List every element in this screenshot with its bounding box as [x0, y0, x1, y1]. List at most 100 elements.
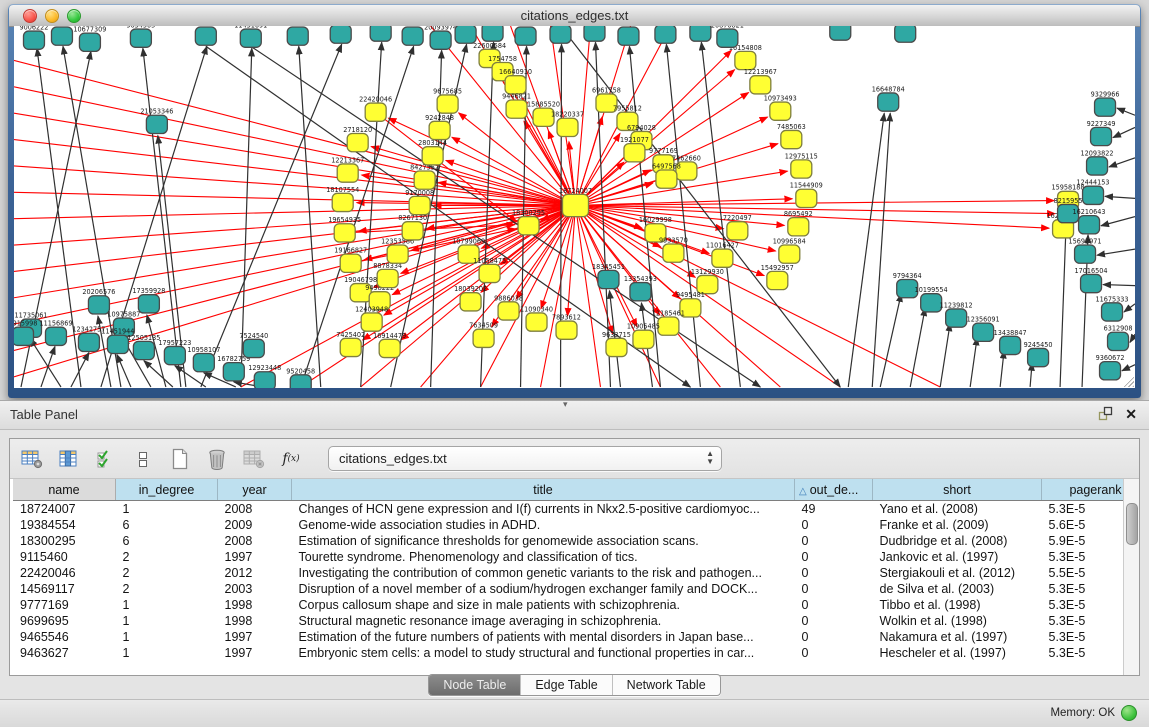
- network-node-yellow[interactable]: 7634509: [469, 322, 498, 348]
- citation-edge-black[interactable]: [117, 355, 131, 387]
- citation-edge-black[interactable]: [1117, 108, 1135, 115]
- network-node-teal[interactable]: 9697702: [451, 26, 480, 43]
- column-header-outde[interactable]: △out_de...: [795, 479, 873, 501]
- network-node-yellow[interactable]: 8427552: [410, 163, 439, 189]
- network-node-yellow[interactable]: 8878334: [373, 262, 402, 288]
- network-node-teal[interactable]: 27691406: [189, 26, 222, 45]
- network-node-yellow[interactable]: 6497568: [652, 162, 681, 188]
- import-table-icon[interactable]: [242, 447, 266, 471]
- table-row[interactable]: 1872400712008Changes of HCN gene express…: [13, 501, 1139, 518]
- network-node-teal[interactable]: 18345451: [592, 263, 625, 289]
- table-row[interactable]: 1830029562008Estimation of significance …: [13, 533, 1139, 549]
- network-node-teal[interactable]: 9989558: [326, 26, 355, 43]
- citation-edge-black[interactable]: [1124, 304, 1135, 312]
- network-canvas[interactable]: 2242004627181201221336718107554196549351…: [14, 26, 1135, 388]
- citation-edge-black[interactable]: [940, 323, 950, 387]
- network-node-teal[interactable]: 17359928: [132, 287, 165, 313]
- network-node-teal[interactable]: 9006222: [20, 26, 49, 49]
- network-node-teal[interactable]: 18948947: [612, 26, 645, 45]
- network-node-teal[interactable]: 10677309: [73, 26, 106, 51]
- citation-edge-black[interactable]: [1105, 196, 1135, 198]
- citation-edge-black[interactable]: [848, 113, 884, 387]
- network-node-yellow[interactable]: 18220337: [551, 111, 584, 137]
- checklist-icon[interactable]: [94, 447, 118, 471]
- network-node-yellow[interactable]: 7893612: [552, 314, 581, 340]
- citation-edge-black[interactable]: [1113, 127, 1135, 137]
- float-panel-icon[interactable]: [1098, 406, 1113, 421]
- network-node-teal[interactable]: 15692971: [1069, 237, 1102, 263]
- network-node-teal[interactable]: 9329966: [1091, 90, 1120, 116]
- network-node-teal[interactable]: 16648784: [872, 85, 905, 111]
- citation-edge-black[interactable]: [1000, 350, 1004, 387]
- scrollbar-thumb[interactable]: [1126, 503, 1138, 545]
- citation-edge-red[interactable]: [14, 192, 575, 205]
- citation-edge-black[interactable]: [880, 294, 901, 387]
- network-node-teal[interactable]: 8131074: [826, 26, 855, 40]
- network-node-yellow[interactable]: 18039202: [454, 285, 487, 311]
- network-node-yellow[interactable]: 9933570: [659, 236, 688, 262]
- column-header-indegree[interactable]: in_degree: [116, 479, 218, 501]
- column-header-short[interactable]: short: [873, 479, 1042, 501]
- network-node-teal[interactable]: 10966115: [281, 26, 314, 45]
- network-node-yellow[interactable]: 16914479: [373, 332, 406, 358]
- network-node-yellow[interactable]: 19166827: [334, 247, 367, 273]
- citation-edge-black[interactable]: [201, 44, 342, 387]
- close-panel-icon[interactable]: ✕: [1125, 407, 1137, 421]
- citation-edge-black[interactable]: [1122, 365, 1135, 371]
- citation-edge-black[interactable]: [1060, 225, 1066, 387]
- network-node-yellow[interactable]: 7485063: [777, 123, 806, 149]
- citation-edge-black[interactable]: [872, 113, 890, 387]
- network-node-yellow[interactable]: 12353586: [381, 237, 414, 263]
- citation-edge-black[interactable]: [1101, 217, 1135, 226]
- table-row[interactable]: 969969511998Structural magnetic resonanc…: [13, 613, 1139, 629]
- network-node-teal[interactable]: 6312908: [1104, 325, 1133, 351]
- column-header-name[interactable]: name: [13, 479, 116, 501]
- memory-indicator[interactable]: Memory: OK: [1050, 705, 1137, 721]
- network-node-yellow[interactable]: 8695492: [784, 210, 813, 236]
- network-node-teal[interactable]: 12923448: [248, 364, 281, 388]
- network-node-yellow[interactable]: 18724007: [559, 187, 592, 217]
- network-node-yellow[interactable]: 9242848: [425, 114, 454, 140]
- citation-edge-black[interactable]: [1130, 334, 1135, 342]
- network-node-teal[interactable]: 17554300: [889, 26, 922, 42]
- row-height-icon[interactable]: [131, 447, 155, 471]
- network-node-yellow[interactable]: 12213967: [744, 68, 777, 94]
- tab-edge-table[interactable]: Edge Table: [520, 675, 611, 695]
- network-node-teal[interactable]: 13438847: [994, 329, 1027, 355]
- network-node-teal[interactable]: 9634505: [126, 26, 155, 47]
- table-row[interactable]: 2242004622012Investigating the contribut…: [13, 565, 1139, 581]
- network-node-yellow[interactable]: 2718120: [343, 126, 372, 152]
- citation-edge-red[interactable]: [14, 140, 575, 206]
- citation-edge-black[interactable]: [910, 308, 925, 387]
- network-node-yellow[interactable]: 22420046: [359, 95, 392, 121]
- network-node-teal[interactable]: 11431691: [234, 26, 267, 47]
- network-node-yellow[interactable]: 18107554: [326, 186, 359, 212]
- network-node-teal[interactable]: 1527602: [478, 26, 507, 41]
- tab-network-table[interactable]: Network Table: [612, 675, 720, 695]
- vertical-scrollbar[interactable]: [1123, 479, 1139, 675]
- network-node-teal[interactable]: 9520458: [286, 367, 315, 388]
- network-node-teal[interactable]: 16782759: [217, 355, 250, 381]
- citation-edge-black[interactable]: [970, 337, 977, 387]
- column-header-year[interactable]: year: [218, 479, 292, 501]
- network-node-teal[interactable]: 9227349: [1087, 120, 1116, 146]
- network-node-yellow[interactable]: 9170008: [405, 189, 434, 215]
- network-node-yellow[interactable]: 10996584: [773, 237, 806, 263]
- network-node-teal[interactable]: 9245450: [1024, 341, 1053, 367]
- network-node-yellow[interactable]: 2803144: [418, 139, 447, 165]
- table-row[interactable]: 946554611997Estimation of the future num…: [13, 629, 1139, 645]
- network-node-yellow[interactable]: 9886038: [494, 294, 523, 320]
- network-node-teal[interactable]: 20093974: [424, 26, 457, 49]
- table-row[interactable]: 946362711997Embryonic stem cells: a mode…: [13, 645, 1139, 661]
- table-row[interactable]: 977716911998Corpus callosum shape and si…: [13, 597, 1139, 613]
- network-node-yellow[interactable]: 10905485: [627, 323, 660, 349]
- network-node-teal[interactable]: 11675333: [1096, 295, 1129, 321]
- network-node-teal[interactable]: 10958107: [187, 346, 220, 372]
- citation-edge-black[interactable]: [1109, 158, 1135, 167]
- network-node-yellow[interactable]: 12975115: [785, 152, 818, 178]
- network-node-teal[interactable]: 21053346: [140, 108, 173, 134]
- network-node-teal[interactable]: 10653287: [364, 26, 397, 41]
- network-node-teal[interactable]: 12093822: [1081, 149, 1114, 175]
- network-node-yellow[interactable]: 11090340: [520, 305, 553, 331]
- network-window-titlebar[interactable]: citations_edges.txt: [9, 5, 1140, 27]
